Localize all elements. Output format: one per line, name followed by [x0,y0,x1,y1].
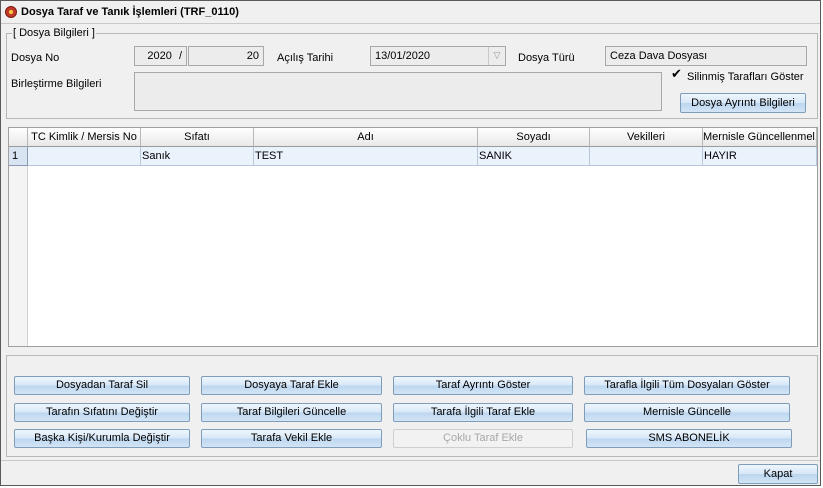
main-window: Dosya Taraf ve Tanık İşlemleri (TRF_0110… [0,0,821,486]
col-header-vekilleri[interactable]: Vekilleri [590,128,703,147]
dosya-turu-field: Ceza Dava Dosyası [605,46,807,66]
taraf-bilgileri-guncelle-button[interactable]: Taraf Bilgileri Güncelle [201,403,382,422]
cell-vekilleri[interactable] [590,147,703,166]
col-header-adi[interactable]: Adı [254,128,478,147]
tarafa-vekil-ekle-button[interactable]: Tarafa Vekil Ekle [201,429,382,448]
tarafla-ilgili-dosyalar-button[interactable]: Tarafla İlgili Tüm Dosyaları Göster [584,376,790,395]
col-header-sifat[interactable]: Sıfatı [141,128,254,147]
dosya-yil-field: 2020 / [134,46,187,66]
cell-sifat[interactable]: Sanık [141,147,254,166]
dosya-no-label: Dosya No [11,52,60,64]
grid-corner [9,128,28,147]
dosya-ayrinti-button[interactable]: Dosya Ayrıntı Bilgileri [680,93,806,113]
col-header-mernis[interactable]: Mernisle Güncellenmel... [703,128,817,147]
taraf-ayrinti-goster-button[interactable]: Taraf Ayrıntı Göster [393,376,573,395]
birlestirme-label: Birleştirme Bilgileri [11,78,102,90]
cell-soyadi[interactable]: SANIK [478,147,590,166]
row-header-gutter [9,166,28,346]
silinmis-checkbox[interactable] [671,67,684,83]
dosya-turu-label: Dosya Türü [518,52,575,64]
dosya-yil-value: 2020 [147,50,172,62]
acilis-tarihi-label: Açılış Tarihi [277,52,334,64]
col-header-tc[interactable]: TC Kimlik / Mersis No [28,128,141,147]
title-bar: Dosya Taraf ve Tanık İşlemleri (TRF_0110… [1,1,820,24]
baska-kisi-degistir-button[interactable]: Başka Kişi/Kurumla Değiştir [14,429,190,448]
dosyadan-taraf-sil-button[interactable]: Dosyadan Taraf Sil [14,376,190,395]
coklu-taraf-ekle-button: Çoklu Taraf Ekle [393,429,573,448]
window-title: Dosya Taraf ve Tanık İşlemleri (TRF_0110… [21,6,239,18]
col-header-soyadi[interactable]: Soyadı [478,128,590,147]
silinmis-label: Silinmiş Tarafları Göster [687,71,804,83]
sms-abonelik-button[interactable]: SMS ABONELİK [586,429,792,448]
acilis-tarihi-combo: 13/01/2020 ▽ [370,46,506,66]
birlestirme-field [134,72,662,111]
group-legend: [ Dosya Bilgileri ] [12,27,96,39]
row-number[interactable]: 1 [9,147,28,166]
kapat-button[interactable]: Kapat [738,464,818,484]
chevron-down-icon: ▽ [488,47,505,65]
cell-adi[interactable]: TEST [254,147,478,166]
dosyaya-taraf-ekle-button[interactable]: Dosyaya Taraf Ekle [201,376,382,395]
bottom-separator [1,460,820,461]
mernisle-guncelle-button[interactable]: Mernisle Güncelle [584,403,790,422]
acilis-tarihi-value: 13/01/2020 [375,50,431,62]
dosya-sira-field: 20 [188,46,264,66]
taraf-sifat-degistir-button[interactable]: Tarafın Sıfatını Değiştir [14,403,190,422]
dosya-separator: / [178,50,182,62]
taraf-grid[interactable]: TC Kimlik / Mersis No Sıfatı Adı Soyadı … [8,127,818,347]
ilgili-taraf-ekle-button[interactable]: Tarafa İlgili Taraf Ekle [393,403,573,422]
app-logo-icon [5,6,17,18]
cell-tc[interactable] [28,147,141,166]
cell-mernis[interactable]: HAYIR [703,147,817,166]
